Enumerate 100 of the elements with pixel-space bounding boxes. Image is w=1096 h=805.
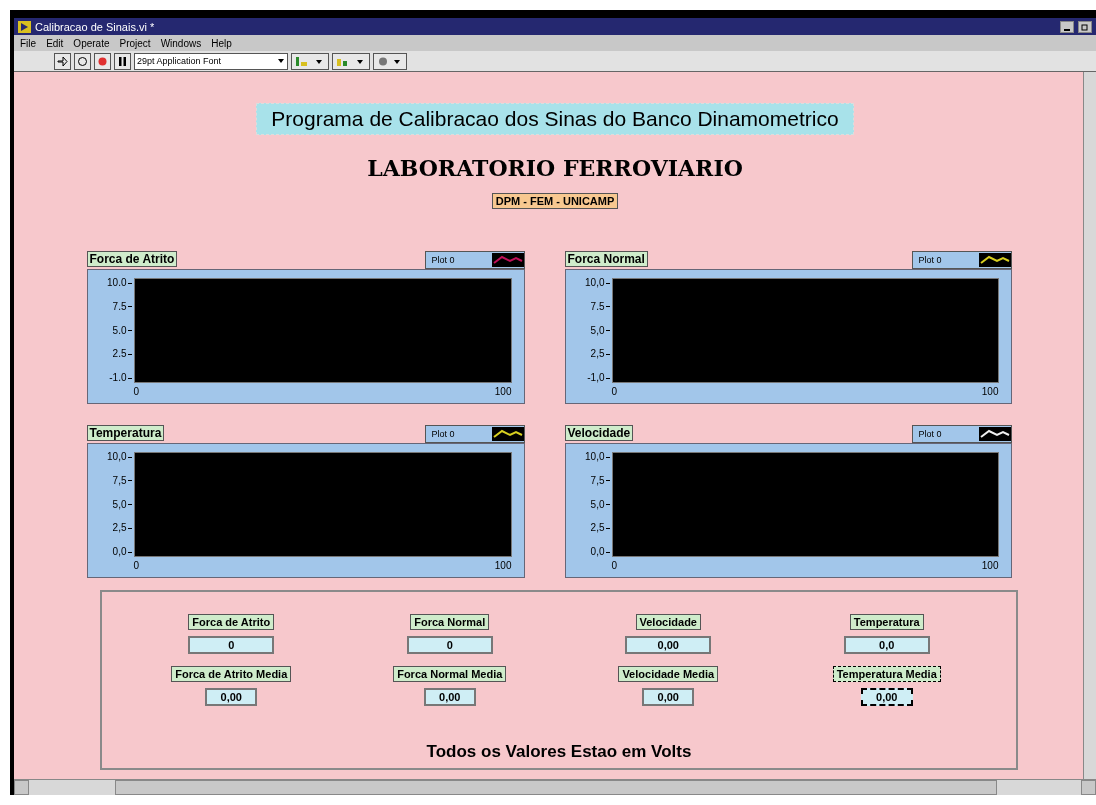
minimize-button[interactable]	[1060, 20, 1074, 33]
y-tick-label: 10,0	[585, 452, 605, 462]
y-tick-label: 2,5	[590, 523, 605, 534]
tick-mark	[127, 330, 132, 331]
menu-item[interactable]: Help	[211, 37, 232, 49]
lab-title: LABORATORIO FERROVIARIO	[367, 155, 743, 181]
reorder-button[interactable]	[373, 52, 407, 70]
indicator-label: Forca de Atrito	[188, 614, 275, 630]
numeric-indicator: 0,00	[625, 636, 712, 654]
legend-label: Plot 0	[918, 429, 942, 439]
arrow-icon	[57, 55, 68, 67]
pause-button[interactable]	[114, 52, 131, 70]
graph-label: Temperatura	[86, 425, 165, 441]
graph-label: Forca de Atrito	[86, 251, 178, 267]
window-title: Calibracao de Sinais.vi *	[35, 20, 156, 33]
plot-legend[interactable]: Plot 0	[911, 425, 1012, 443]
indicator-label: Temperatura Media	[832, 666, 941, 682]
numeric-indicator: 0	[188, 636, 275, 654]
y-tick-label: 5.0	[112, 325, 127, 336]
tick-mark	[605, 480, 610, 482]
legend-label: Plot 0	[431, 429, 455, 439]
restore-icon	[1081, 22, 1089, 31]
plot-legend[interactable]: Plot 0	[424, 425, 525, 443]
align-button[interactable]	[291, 52, 329, 70]
scroll-thumb[interactable]	[115, 780, 997, 795]
indicator-label: Velocidade Media	[618, 666, 719, 682]
numeric-indicator: 0,00	[205, 688, 258, 706]
graph-label: Velocidade	[564, 425, 634, 441]
y-tick-label: 5,0	[590, 499, 605, 510]
y-tick-label: 7,5	[112, 475, 127, 486]
numeric-indicator: 0,0	[843, 636, 930, 654]
indicator-label: Forca de Atrito Media	[171, 666, 292, 682]
y-tick-label: 10,0	[585, 278, 605, 288]
font-name: 29pt Application Font	[137, 56, 222, 66]
tick-mark	[605, 551, 610, 553]
tick-mark	[127, 456, 132, 458]
x-tick-label: 100	[494, 387, 512, 399]
run-button[interactable]	[54, 52, 71, 70]
menu-item[interactable]: Operate	[73, 37, 110, 49]
menu-item[interactable]: Edit	[46, 37, 64, 49]
stop-icon	[97, 55, 108, 67]
stop-button[interactable]	[94, 52, 111, 70]
distribute-button[interactable]	[332, 52, 370, 70]
circle-icon	[77, 55, 88, 67]
y-tick-label: 7.5	[590, 301, 605, 312]
tick-mark	[605, 456, 610, 458]
legend-label: Plot 0	[431, 255, 455, 265]
tick-mark	[127, 551, 132, 553]
x-tick-label: 100	[981, 561, 999, 573]
vertical-scrollbar[interactable]	[1083, 72, 1096, 779]
menu-item[interactable]: Windows	[160, 37, 202, 49]
x-tick-label: 0	[611, 387, 618, 399]
x-tick-label: 0	[133, 561, 140, 573]
tick-mark	[127, 353, 132, 355]
tick-mark	[127, 527, 132, 529]
y-tick-label: 5,0	[112, 499, 127, 510]
y-tick-label: 10,0	[107, 452, 127, 462]
tick-mark	[127, 306, 132, 308]
menu-item[interactable]: File	[20, 37, 37, 49]
plot-legend[interactable]: Plot 0	[911, 251, 1012, 269]
tick-mark	[605, 504, 610, 505]
numeric-indicator: 0,00	[642, 688, 695, 706]
indicator-label: Forca Normal	[410, 614, 490, 630]
y-tick-label: -1.0	[109, 373, 127, 383]
numeric-indicator: 0	[406, 636, 493, 654]
restore-button[interactable]	[1078, 20, 1092, 33]
menu-item[interactable]: Project	[119, 37, 151, 49]
tick-mark	[605, 306, 610, 308]
numeric-indicator: 0,00	[860, 688, 913, 706]
y-tick-label: 5,0	[590, 325, 605, 336]
legend-label: Plot 0	[918, 255, 942, 265]
run-continuously-button[interactable]	[74, 52, 91, 70]
x-tick-label: 0	[611, 561, 618, 573]
department-label: DPM - FEM - UNICAMP	[491, 193, 619, 209]
plot-legend[interactable]: Plot 0	[424, 251, 525, 269]
tick-mark	[127, 480, 132, 482]
y-tick-label: 2,5	[112, 523, 127, 534]
x-tick-label: 0	[133, 387, 140, 399]
y-tick-label: 0,0	[112, 547, 127, 557]
y-tick-label: 7.5	[112, 301, 127, 312]
font-dropdown[interactable]: 29pt Application Font	[134, 52, 288, 70]
y-tick-label: 10.0	[107, 278, 127, 288]
tick-mark	[605, 377, 610, 379]
y-tick-label: 2.5	[112, 349, 127, 360]
y-tick-label: 0,0	[590, 547, 605, 557]
pause-icon	[117, 55, 128, 67]
minimize-icon	[1064, 28, 1070, 31]
y-tick-label: 7,5	[590, 475, 605, 486]
units-note: Todos os Valores Estao em Volts	[425, 742, 693, 762]
indicator-label: Velocidade	[635, 614, 701, 630]
y-tick-label: 2,5	[590, 349, 605, 360]
indicator-label: Forca Normal Media	[393, 666, 507, 682]
tick-mark	[605, 353, 610, 355]
tick-mark	[127, 504, 132, 505]
graph-label: Forca Normal	[564, 251, 648, 267]
panel-title: Programa de Calibracao dos Sinas do Banco Dinamometrico	[256, 103, 854, 135]
numeric-indicator: 0,00	[423, 688, 476, 706]
x-tick-label: 100	[981, 387, 999, 399]
tick-mark	[127, 282, 132, 284]
y-tick-label: -1,0	[587, 373, 605, 383]
